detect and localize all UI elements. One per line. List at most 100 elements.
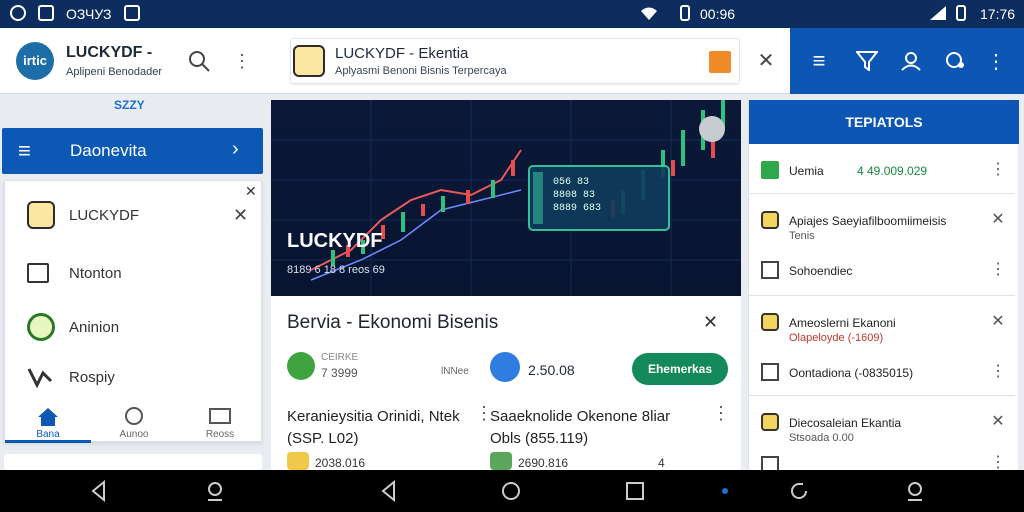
lantern-icon: [27, 201, 55, 229]
right-card-3: Ameoslerni Ekanoni Olapeloyde (-1609) ✕ …: [749, 298, 1015, 396]
close-icon[interactable]: ✕: [989, 413, 1007, 431]
top-badge: SZZY: [114, 98, 145, 112]
search-icon[interactable]: [186, 48, 212, 74]
action-button[interactable]: Ehemerkas: [632, 353, 728, 385]
nav-button[interactable]: ≡ Daonevita ›: [2, 128, 263, 174]
more-icon[interactable]: ⋮: [989, 363, 1007, 381]
drawer-item-ntonton[interactable]: Ntonton: [5, 253, 263, 293]
nav-button-label: Daonevita: [70, 141, 147, 160]
clock-icon: [27, 313, 55, 341]
pdf-icon[interactable]: [709, 51, 731, 73]
dot-indicator: [722, 488, 728, 494]
rotate-icon[interactable]: [788, 480, 810, 502]
card-title: Keranieysitia Orinidi, Ntek (SSP. L02): [287, 408, 460, 447]
lantern-icon: [761, 211, 779, 229]
home-icon: [38, 408, 58, 426]
back-icon[interactable]: [88, 480, 110, 502]
card-title: Saaeknolide Okenone 8liar Obls (855.119): [490, 408, 671, 447]
right-card-1: Uemia 4 49.009.029 ⋮: [749, 150, 1015, 194]
close-icon[interactable]: ✕: [233, 205, 248, 226]
toolbar: ≡ ⋮: [790, 28, 1024, 94]
tab-bana[interactable]: Bana: [5, 403, 91, 443]
window-icon: [27, 263, 49, 283]
app-icon: [38, 5, 54, 21]
status-bar: ОЗЧУЗ 00:96 17:76: [0, 0, 1024, 28]
card-meta-right: lNNee: [441, 366, 469, 377]
chart-icon: [27, 368, 53, 389]
main-content: 056 83 8808 83 8889 683 LUCKYDF 8189 6 1…: [271, 100, 741, 484]
drawer-item-label: Aninion: [69, 319, 120, 336]
right-panel-header: TEPIATOLS: [749, 100, 1019, 144]
account-icon[interactable]: [942, 48, 968, 74]
close-icon[interactable]: ✕: [989, 211, 1007, 229]
right-row[interactable]: Sohoendiec ⋮: [749, 256, 1015, 286]
card-foot-value: 2690.816: [518, 456, 569, 470]
home-icon[interactable]: [500, 480, 522, 502]
coin-icon: [287, 452, 309, 470]
app-title: LUCKYDF -: [66, 44, 153, 61]
status-time-right: 17:76: [980, 6, 1016, 22]
more-icon[interactable]: ⋮: [232, 48, 252, 74]
drawer-item-label: Ntonton: [69, 265, 122, 282]
close-icon[interactable]: ✕: [703, 312, 718, 333]
right-row[interactable]: Oontadiona (-0835015) ⋮: [749, 358, 1015, 388]
right-row[interactable]: Diecosaleian Ekantia Stsoada 0.00 ✕: [749, 408, 1015, 448]
lantern-icon: [293, 45, 325, 77]
overflow-icon[interactable]: ⋮: [986, 48, 1006, 74]
menu-icon[interactable]: ≡: [806, 48, 832, 74]
assistant-icon[interactable]: [904, 480, 926, 502]
right-row[interactable]: Uemia 4 49.009.029 ⋮: [749, 156, 1015, 186]
drawer-item-label: Rospiy: [69, 369, 115, 386]
back-icon[interactable]: [378, 480, 400, 502]
right-row[interactable]: Ameoslerni Ekanoni Olapeloyde (-1609) ✕: [749, 308, 1015, 348]
partial-card: [4, 454, 262, 470]
filter-icon[interactable]: [854, 48, 880, 74]
image-icon: [124, 5, 140, 21]
article-title: Bervia - Ekonomi Bisenis: [287, 312, 499, 333]
circle-icon: [10, 5, 26, 21]
card-foot-value: 2038.016: [315, 456, 366, 470]
more-icon[interactable]: ⋮: [989, 161, 1007, 179]
right-panel: TEPIATOLS Uemia 4 49.009.029 ⋮ Apiajes S…: [748, 100, 1019, 474]
refresh-icon[interactable]: [699, 116, 725, 142]
left-column: SZZY ≡ Daonevita › ✕ LUCKYDF ✕ Ntonton A…: [0, 94, 268, 470]
chevron-right-icon: ›: [232, 138, 239, 160]
search-bar[interactable]: LUCKYDF - Ekentia Aplyasmi Benoni Bisnis…: [290, 38, 740, 84]
search-bar-subtitle: Aplyasmi Benoni Bisnis Terpercaya: [335, 65, 507, 77]
document-icon: [761, 261, 779, 279]
close-icon[interactable]: ✕: [756, 50, 776, 72]
more-icon[interactable]: ⋮: [712, 404, 730, 422]
users-icon[interactable]: [898, 48, 924, 74]
tab-reoss[interactable]: Reoss: [177, 403, 263, 443]
app-subtitle: Aplipeni Benodader: [66, 66, 163, 78]
assistant-icon[interactable]: [204, 480, 226, 502]
hero-banner[interactable]: 056 83 8808 83 8889 683 LUCKYDF 8189 6 1…: [271, 100, 741, 296]
close-icon[interactable]: ✕: [989, 313, 1007, 331]
tab-aunoo[interactable]: Aunoo: [91, 403, 177, 443]
globe-icon: [490, 352, 520, 382]
card-meta-value: 2.50.08: [528, 362, 575, 378]
check-icon: [287, 352, 315, 380]
drawer-item-rospiy[interactable]: Rospiy: [5, 357, 263, 397]
battery-icon-right: [956, 5, 966, 21]
chart-icon: [490, 452, 512, 470]
more-icon[interactable]: ⋮: [989, 261, 1007, 279]
signal-icon: [930, 6, 946, 20]
card-meta-label: CEIRKE: [321, 352, 359, 363]
drawer-item-label: LUCKYDF: [69, 207, 140, 224]
card-meta-value: 7 3999: [321, 366, 358, 380]
drawer-item-aninion[interactable]: Aninion: [5, 307, 263, 347]
status-time-center: 00:96: [700, 6, 736, 22]
drawer-item-luckydf[interactable]: LUCKYDF ✕: [5, 195, 263, 235]
hero-subtitle: 8189 6 18 8 reos 69: [287, 264, 385, 276]
right-row-partial[interactable]: ⋮: [749, 454, 1015, 474]
news-card-1[interactable]: CEIRKE 7 3999 lNNee Keranieysitia Orinid…: [287, 346, 497, 470]
right-card-4: Diecosaleian Ekantia Stsoada 0.00 ✕ ⋮: [749, 398, 1015, 474]
recents-icon[interactable]: [624, 480, 646, 502]
search-bar-title: LUCKYDF - Ekentia: [335, 45, 469, 62]
status-left-text: ОЗЧУЗ: [66, 6, 112, 22]
globe-icon: [125, 407, 143, 425]
menu-icon: ≡: [18, 138, 31, 163]
hero-title: LUCKYDF: [287, 230, 383, 252]
right-row[interactable]: Apiajes Saeyiafilboomiimeisis Tenis ✕: [749, 206, 1015, 246]
